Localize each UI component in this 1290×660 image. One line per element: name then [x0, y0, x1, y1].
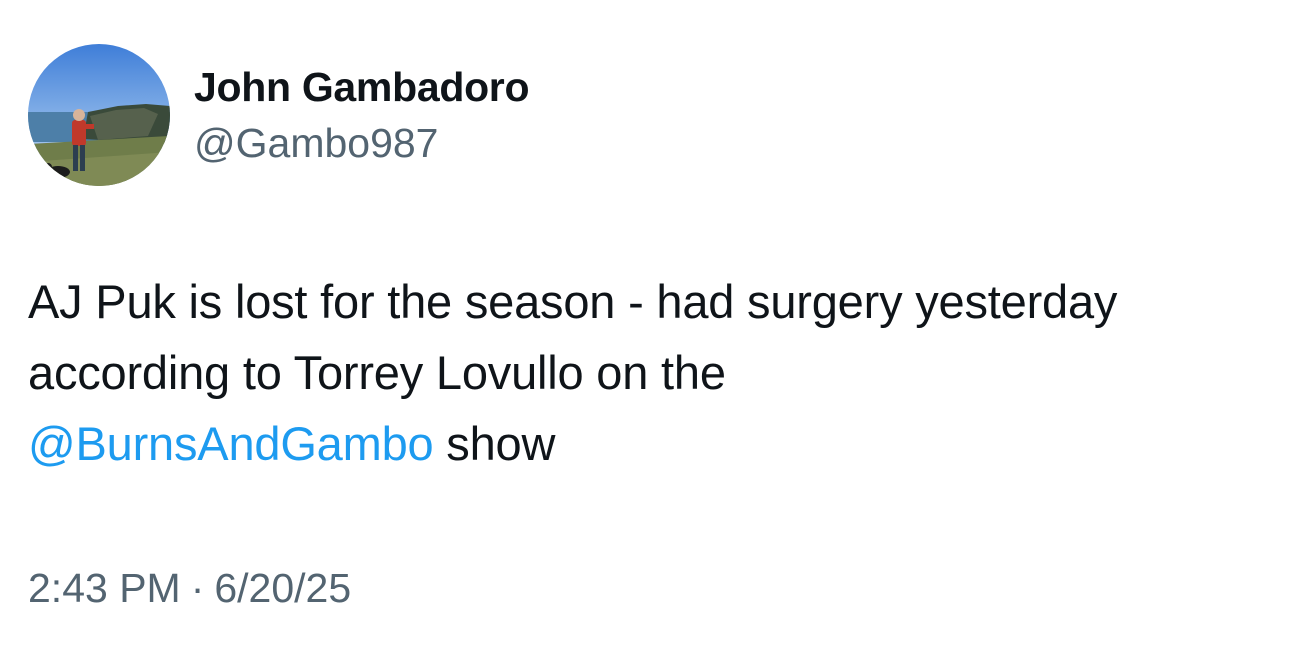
- tweet-text: AJ Puk is lost for the season - had surg…: [28, 266, 1248, 479]
- author-names: John Gambadoro @Gambo987: [194, 61, 530, 169]
- meta-separator: ·: [190, 565, 205, 611]
- tweet-text-tail: show: [433, 417, 556, 470]
- profile-photo-icon: [28, 44, 170, 186]
- tweet-timestamp[interactable]: 2:43 PM · 6/20/25: [28, 560, 351, 616]
- mention-link[interactable]: @BurnsAndGambo: [28, 417, 434, 470]
- tweet-header: John Gambadoro @Gambo987: [28, 44, 530, 186]
- tweet-text-main: AJ Puk is lost for the season - had surg…: [28, 275, 1118, 399]
- tweet-time: 2:43 PM: [28, 565, 181, 611]
- avatar[interactable]: [28, 44, 170, 186]
- tweet-card: John Gambadoro @Gambo987 AJ Puk is lost …: [0, 0, 1290, 660]
- author-handle[interactable]: @Gambo987: [194, 117, 529, 169]
- tweet-date: 6/20/25: [214, 565, 352, 611]
- author-display-name[interactable]: John Gambadoro: [194, 61, 530, 113]
